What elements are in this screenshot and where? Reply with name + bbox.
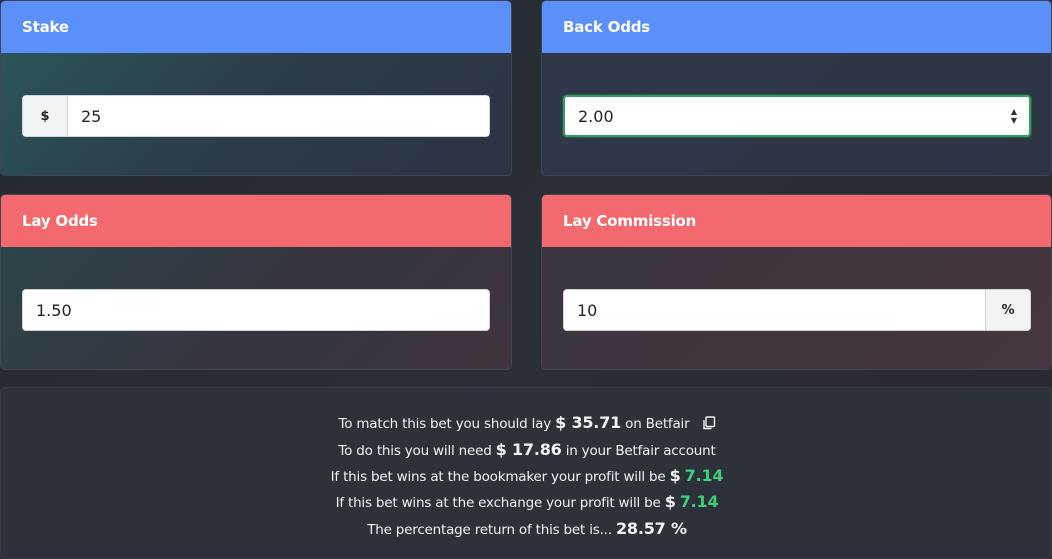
bookmaker-profit-value: 7.14 (684, 466, 724, 485)
result-lay-amount: To match this bet you should lay $ 35.71… (1, 413, 1052, 432)
exchange-profit-value: 7.14 (679, 492, 719, 511)
calculator-page: Stake $ 25 Back Odds 2.00 ▲ ▼ Lay Odds 1… (0, 0, 1052, 559)
result-liability: To do this you will need $ 17.86 in your… (1, 440, 1052, 459)
result-lay-post: on Betfair (625, 416, 690, 432)
back-odds-input-group: 2.00 ▲ ▼ (563, 95, 1031, 137)
result-exchange-profit: If this bet wins at the exchange your pr… (1, 492, 1052, 511)
lay-odds-title: Lay Odds (1, 195, 511, 247)
result-exchange-pre: If this bet wins at the exchange your pr… (335, 495, 661, 511)
lay-odds-input-group: 1.50 (22, 289, 490, 331)
back-odds-input[interactable]: 2.00 (565, 97, 1003, 135)
copy-icon[interactable] (702, 416, 716, 430)
currency-addon: $ (23, 96, 68, 136)
lay-odds-input[interactable]: 1.50 (23, 290, 489, 330)
lay-commission-input[interactable]: 10 (564, 290, 985, 330)
number-spinner[interactable]: ▲ ▼ (1003, 97, 1025, 135)
stake-card: Stake $ 25 (0, 0, 512, 176)
back-odds-card: Back Odds 2.00 ▲ ▼ (541, 0, 1052, 176)
spinner-up-icon[interactable]: ▲ (1011, 107, 1017, 116)
result-lay-pre: To match this bet you should lay (338, 416, 552, 432)
spinner-down-icon[interactable]: ▼ (1011, 116, 1017, 125)
stake-input-group: $ 25 (22, 95, 490, 137)
lay-commission-input-group: 10 % (563, 289, 1031, 331)
lay-commission-body: 10 % (542, 247, 1051, 369)
back-odds-body: 2.00 ▲ ▼ (542, 53, 1051, 175)
lay-commission-card: Lay Commission 10 % (541, 194, 1052, 370)
result-liability-pre: To do this you will need (338, 443, 492, 459)
result-liability-post: in your Betfair account (565, 443, 716, 459)
stake-title: Stake (1, 1, 511, 53)
result-bookmaker-profit: If this bet wins at the bookmaker your p… (1, 466, 1052, 485)
results-panel: To match this bet you should lay $ 35.71… (0, 387, 1052, 559)
liability-value: $ 17.86 (495, 440, 562, 459)
bookmaker-profit-currency: $ (669, 466, 681, 485)
result-percentage-return: The percentage return of this bet is... … (1, 519, 1052, 538)
result-percentage-pre: The percentage return of this bet is... (367, 522, 612, 538)
stake-input[interactable]: 25 (68, 96, 489, 136)
lay-commission-title: Lay Commission (542, 195, 1051, 247)
lay-amount-value: $ 35.71 (555, 413, 622, 432)
stake-body: $ 25 (1, 53, 511, 175)
percent-addon: % (985, 290, 1030, 330)
exchange-profit-currency: $ (664, 492, 676, 511)
percentage-return-value: 28.57 % (615, 519, 687, 538)
back-odds-title: Back Odds (542, 1, 1051, 53)
result-bookmaker-pre: If this bet wins at the bookmaker your p… (330, 469, 666, 485)
lay-odds-card: Lay Odds 1.50 (0, 194, 512, 370)
lay-odds-body: 1.50 (1, 247, 511, 369)
